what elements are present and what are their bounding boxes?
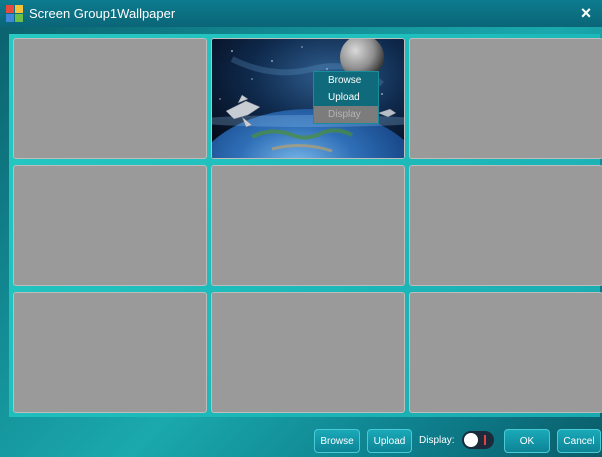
browse-button[interactable]: Browse xyxy=(314,429,360,453)
wallpaper-tile-3[interactable] xyxy=(409,38,602,159)
menu-item-upload[interactable]: Upload xyxy=(314,89,378,106)
wallpaper-window: Screen Group1Wallpaper × Browse Upload D… xyxy=(0,0,602,457)
wallpaper-tile-7[interactable] xyxy=(13,292,207,413)
wallpaper-tile-4[interactable] xyxy=(13,165,207,286)
wallpaper-tile-8[interactable] xyxy=(211,292,405,413)
display-label: Display: xyxy=(419,435,455,446)
wallpaper-tile-5[interactable] xyxy=(211,165,405,286)
title-bar: Screen Group1Wallpaper × xyxy=(0,0,602,27)
wallpaper-tile-6[interactable] xyxy=(409,165,602,286)
tile-context-menu: Browse Upload Display xyxy=(313,71,379,124)
display-toggle[interactable] xyxy=(462,431,494,449)
menu-item-display: Display xyxy=(314,106,378,123)
close-icon[interactable]: × xyxy=(578,3,594,23)
window-title: Screen Group1Wallpaper xyxy=(29,6,176,21)
toggle-knob xyxy=(464,433,478,447)
toggle-off-mark xyxy=(484,435,486,445)
ok-button[interactable]: OK xyxy=(504,429,550,453)
wallpaper-tile-1[interactable] xyxy=(13,38,207,159)
cancel-button[interactable]: Cancel xyxy=(557,429,601,453)
wallpaper-tile-9[interactable] xyxy=(409,292,602,413)
menu-item-browse[interactable]: Browse xyxy=(314,72,378,89)
app-icon xyxy=(6,5,23,22)
upload-button[interactable]: Upload xyxy=(367,429,412,453)
